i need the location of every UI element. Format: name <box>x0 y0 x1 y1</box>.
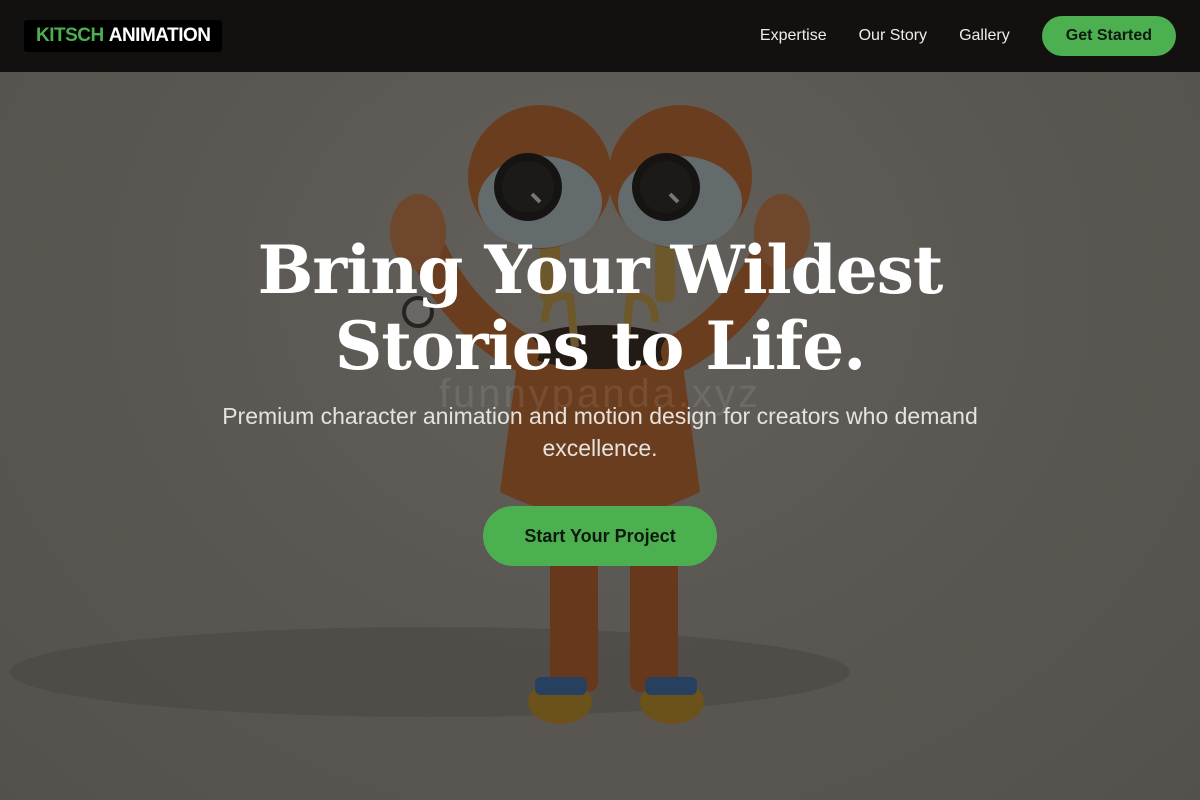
hero-subtitle: Premium character animation and motion d… <box>222 403 978 461</box>
start-project-button[interactable]: Start Your Project <box>483 506 717 566</box>
get-started-button[interactable]: Get Started <box>1041 16 1176 56</box>
nav-links: Expertise Our Story Gallery Get Started <box>760 16 1176 56</box>
logo-accent-text: KITSCH <box>36 25 104 46</box>
top-navbar: KITSCH ANIMATION Expertise Our Story Gal… <box>0 0 1200 72</box>
nav-link-expertise[interactable]: Expertise <box>760 27 827 45</box>
hero-title-line1: Bring Your Wildest <box>257 231 944 309</box>
nav-link-our-story[interactable]: Our Story <box>859 27 927 45</box>
hero-title: Bring Your Wildest Stories to Life. <box>0 232 1200 384</box>
logo-main-text: ANIMATION <box>108 25 211 46</box>
hero-title-line2: Stories to Life. <box>334 307 866 385</box>
hero-content: Bring Your Wildest Stories to Life. Prem… <box>0 72 1200 800</box>
landing-page: KITSCH ANIMATION Expertise Our Story Gal… <box>0 0 1200 800</box>
nav-link-gallery[interactable]: Gallery <box>959 27 1010 45</box>
brand-logo[interactable]: KITSCH ANIMATION <box>24 20 223 52</box>
